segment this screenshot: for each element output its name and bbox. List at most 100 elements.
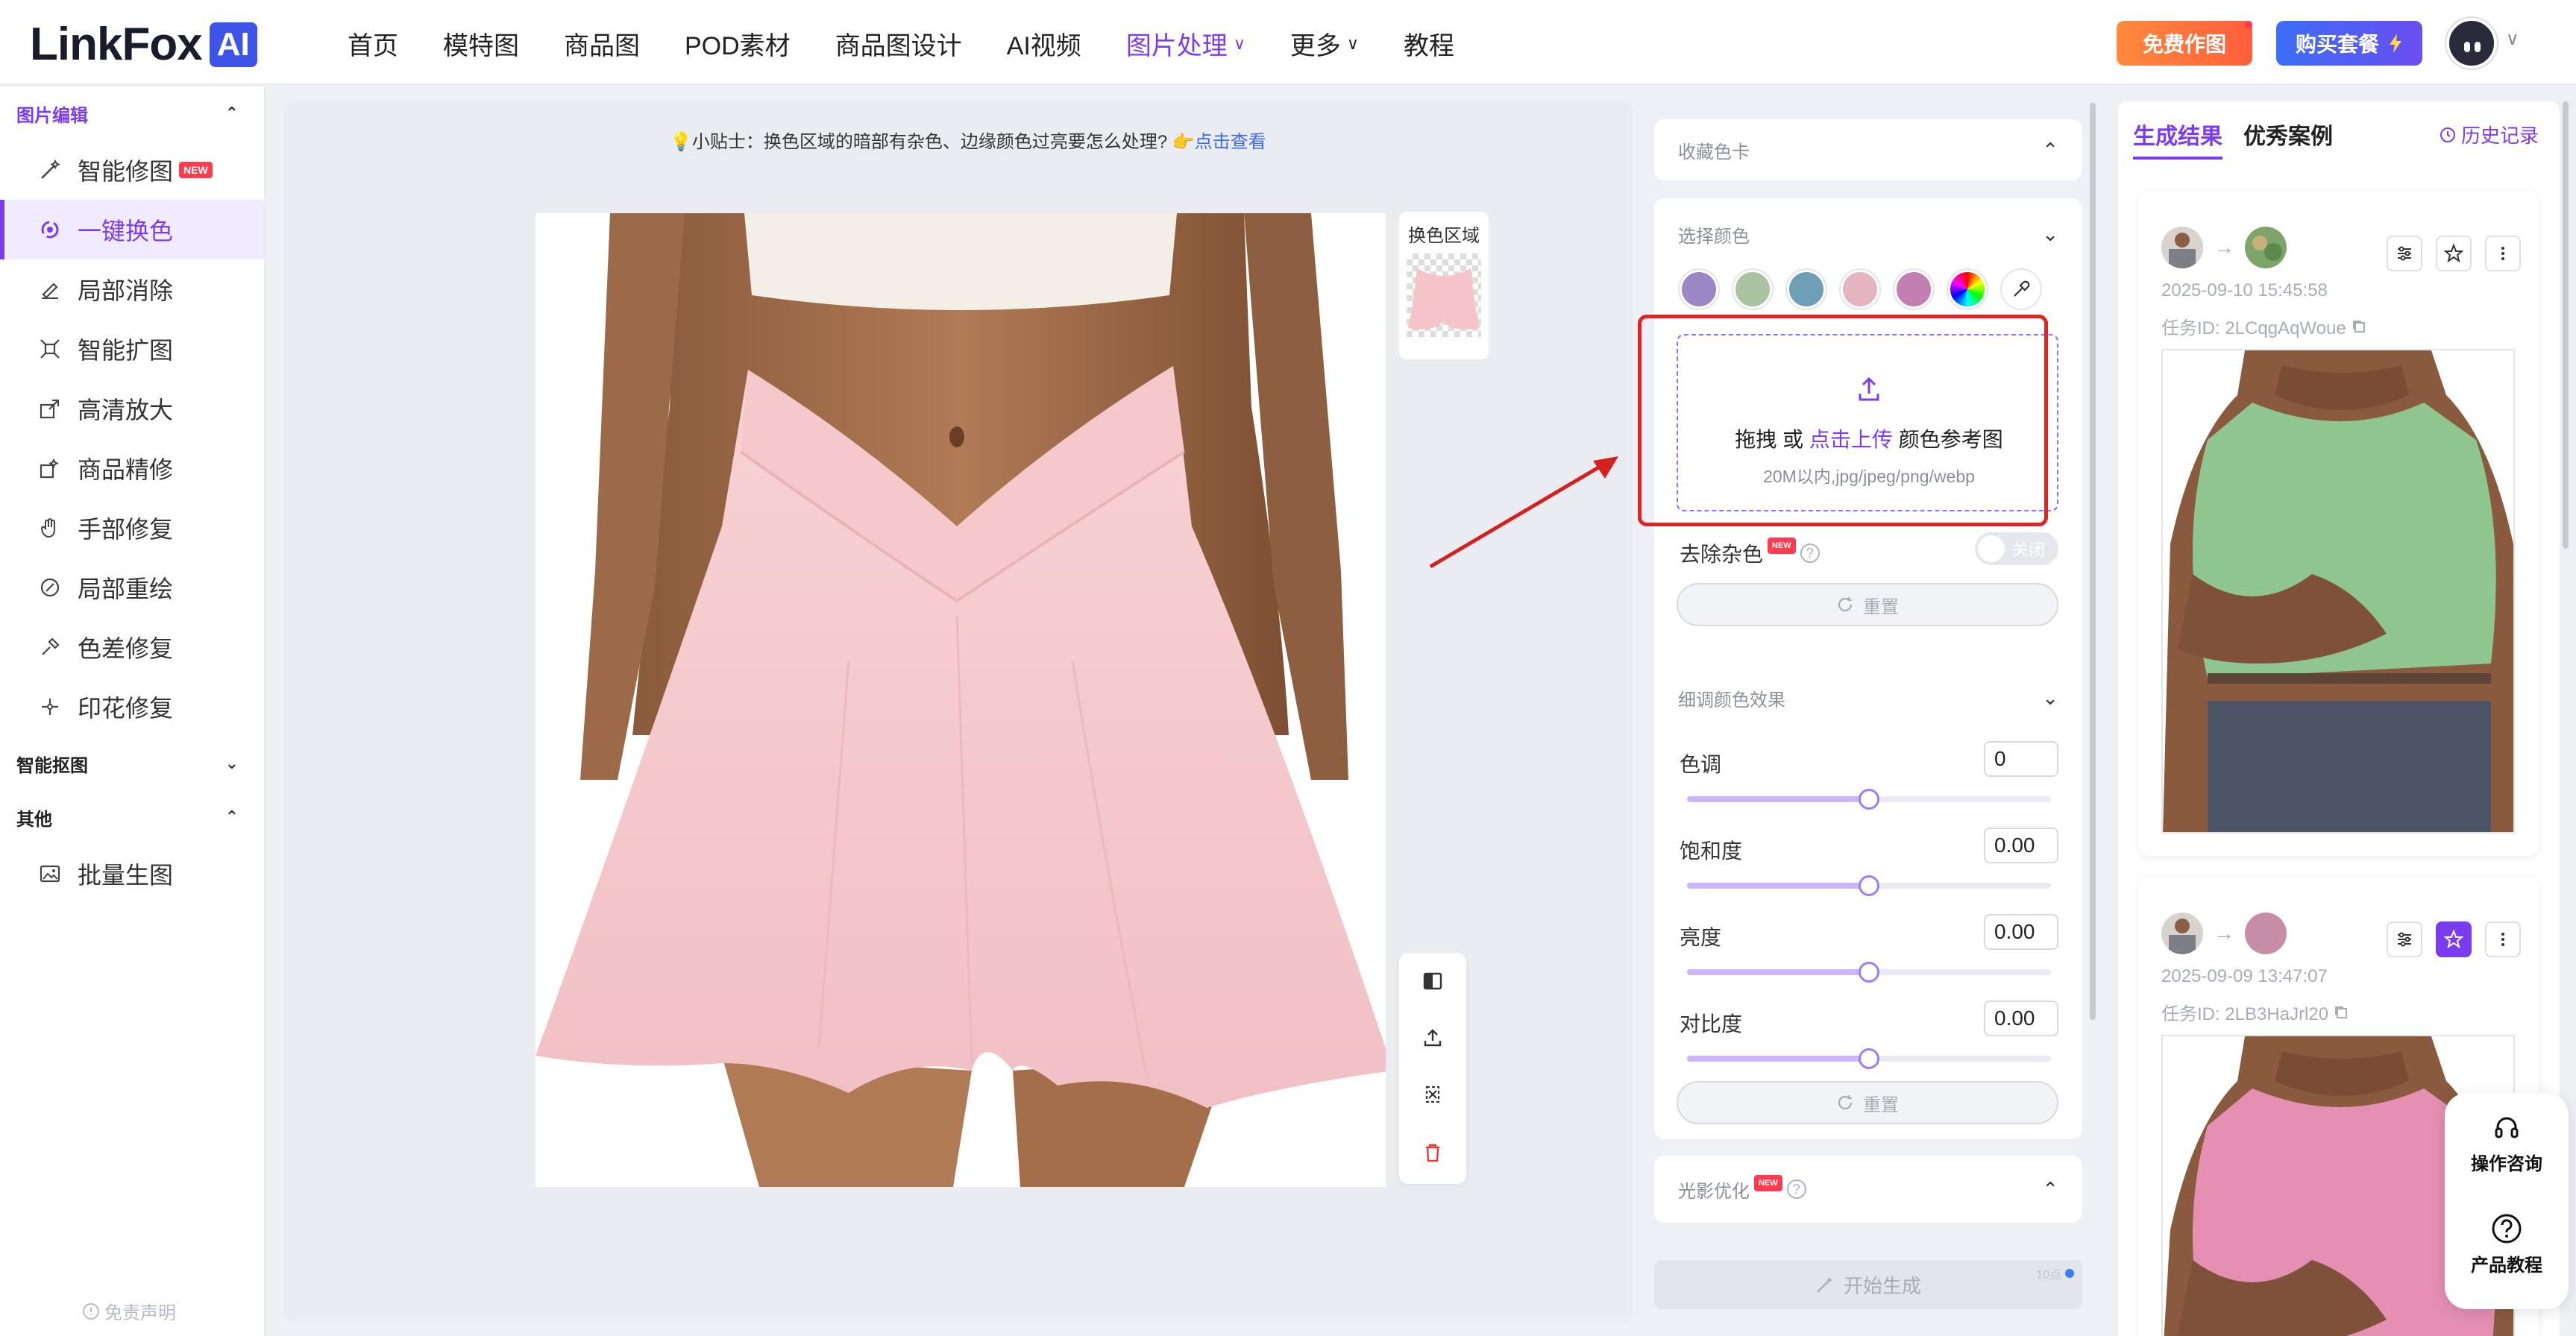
slider-track[interactable]: [1687, 962, 2051, 983]
slider-handle[interactable]: [1859, 875, 1879, 896]
tab-cases[interactable]: 优秀案例: [2243, 118, 2333, 160]
results-tabs: 生成结果 优秀案例: [2133, 118, 2333, 160]
more-icon[interactable]: [2485, 236, 2521, 271]
color-swatch[interactable]: [1787, 270, 1826, 309]
nav-model[interactable]: 模特图: [443, 25, 519, 62]
help-icon[interactable]: ?: [1800, 543, 1820, 563]
disclaimer-link[interactable]: 免责声明: [82, 1298, 176, 1324]
sidebar-group-cutout[interactable]: 智能抠图 ⌄: [0, 737, 264, 790]
slider-handle[interactable]: [1859, 789, 1879, 810]
more-icon[interactable]: [2485, 921, 2521, 957]
sidebar-item-label: 智能修图: [78, 158, 174, 185]
chevron-up-icon: ⌃: [224, 104, 239, 122]
star-icon[interactable]: [2436, 236, 2472, 271]
user-avatar[interactable]: [2446, 18, 2497, 69]
color-swatch[interactable]: [1733, 270, 1772, 309]
star-icon[interactable]: [2436, 921, 2472, 957]
upload-icon: [1859, 376, 1879, 401]
nav-tutorial[interactable]: 教程: [1404, 25, 1454, 62]
logo[interactable]: LinkFox AI: [30, 18, 257, 71]
saved-color-cards[interactable]: 收藏色卡 ⌃: [1654, 119, 2082, 180]
slider-handle[interactable]: [1859, 1048, 1879, 1069]
sidebar-item-print-fix[interactable]: 印花修复: [0, 677, 264, 737]
color-swatch[interactable]: [1841, 270, 1879, 309]
settings-scrollbar[interactable]: [2090, 103, 2096, 1020]
upload-drag-text: 拖拽: [1735, 428, 1777, 451]
history-link[interactable]: 历史记录: [2439, 121, 2539, 148]
slider-track[interactable]: [1687, 789, 2051, 810]
hue-input[interactable]: 0: [1984, 741, 2058, 777]
slider-track[interactable]: [1687, 1048, 2051, 1069]
color-swatch[interactable]: [1894, 270, 1933, 309]
nav-home[interactable]: 首页: [348, 25, 398, 62]
nav-more[interactable]: 更多 ∨: [1290, 25, 1359, 62]
copy-icon[interactable]: [2333, 1004, 2349, 1021]
tab-results[interactable]: 生成结果: [2133, 118, 2222, 160]
nav-product[interactable]: 商品图: [564, 25, 640, 62]
tip-text: 💡小贴士：换色区域的暗部有杂色、边缘颜色过亮要怎么处理?: [670, 132, 1168, 152]
chevron-up-icon[interactable]: ⌃: [2042, 139, 2058, 162]
nav-image-processing[interactable]: 图片处理 ∨: [1126, 25, 1245, 62]
sidebar-item-upscale[interactable]: 高清放大: [0, 379, 264, 438]
reference-upload-dropzone[interactable]: 拖拽 或 点击上传 颜色参考图 20M以内,jpg/jpeg/png/webp: [1677, 334, 2058, 511]
sidebar-item-batch[interactable]: 批量生图: [0, 844, 264, 904]
buy-plan-button[interactable]: 购买套餐: [2276, 21, 2422, 66]
slider-label: 对比度: [1680, 1012, 1743, 1036]
card-header[interactable]: 选择颜色 ⌄: [1654, 198, 2082, 270]
nav-pod[interactable]: POD素材: [685, 25, 791, 62]
slider-handle[interactable]: [1859, 962, 1879, 983]
light-optimization-card[interactable]: 光影优化 NEW ? ⌃: [1654, 1156, 2082, 1223]
reset-button[interactable]: 重置: [1677, 1081, 2058, 1124]
tutorial-button[interactable]: 产品教程: [2445, 1212, 2569, 1276]
sidebar-item-color-swap[interactable]: 一键换色: [0, 200, 264, 259]
delete-icon[interactable]: [1418, 1138, 1448, 1168]
sidebar-item-smart-retouch[interactable]: 智能修图 NEW: [0, 140, 264, 200]
source-thumbnail[interactable]: [2161, 913, 2203, 954]
sidebar-group-edit[interactable]: 图片编辑 ⌃: [0, 86, 264, 140]
target-color-thumbnail[interactable]: [2245, 227, 2287, 268]
sidebar-item-hand-fix[interactable]: 手部修复: [0, 498, 264, 558]
upload-icon[interactable]: [1418, 1023, 1448, 1053]
brightness-input[interactable]: 0.00: [1984, 914, 2058, 950]
start-generate-button[interactable]: 开始生成 10点: [1654, 1260, 2082, 1309]
source-thumbnail[interactable]: [2161, 227, 2203, 268]
sidebar-item-color-fix[interactable]: 色差修复: [0, 617, 264, 677]
free-create-button[interactable]: 免费作图: [2117, 21, 2252, 66]
slider-track[interactable]: [1687, 875, 2051, 896]
remove-noise-toggle[interactable]: 关闭: [1975, 532, 2058, 565]
adjust-icon[interactable]: [2387, 921, 2422, 957]
help-icon[interactable]: ?: [1786, 1179, 1806, 1199]
product-image[interactable]: [535, 213, 1386, 1187]
reset-button[interactable]: 重置: [1677, 583, 2058, 626]
chevron-down-icon: ⌄: [224, 754, 239, 772]
target-color-thumbnail[interactable]: [2245, 913, 2287, 954]
sidebar-item-product-retouch[interactable]: 商品精修: [0, 438, 264, 498]
sidebar-item-repaint[interactable]: 局部重绘: [0, 558, 264, 617]
eyedropper-icon[interactable]: [2002, 270, 2041, 309]
result-image[interactable]: [2161, 349, 2515, 834]
results-scrollbar[interactable]: [2563, 101, 2569, 549]
sidebar-item-expand[interactable]: 智能扩图: [0, 319, 264, 379]
nav-design[interactable]: 商品图设计: [835, 25, 962, 62]
copy-icon[interactable]: [2351, 318, 2367, 335]
upload-click-link[interactable]: 点击上传: [1809, 428, 1893, 451]
nav-video[interactable]: AI视频: [1007, 25, 1081, 62]
nav-image-processing-label: 图片处理: [1125, 32, 1228, 60]
custom-color-wheel[interactable]: [1948, 270, 1987, 309]
crop-cut-icon[interactable]: [1418, 1080, 1448, 1109]
sidebar-item-local-erase[interactable]: 局部消除: [0, 259, 264, 319]
consult-button[interactable]: 操作咨询: [2445, 1114, 2569, 1175]
sidebar-group-other[interactable]: 其他 ⌃: [0, 790, 264, 844]
adjust-icon[interactable]: [2387, 236, 2422, 271]
chevron-down-icon[interactable]: ∨: [2506, 28, 2519, 50]
card-header[interactable]: 细调颜色效果 ⌄: [1654, 662, 2082, 734]
saturation-input[interactable]: 0.00: [1984, 828, 2058, 863]
repaint-icon: [37, 575, 63, 600]
compare-icon[interactable]: [1418, 966, 1448, 996]
card-title: 收藏色卡: [1678, 142, 1750, 163]
color-swatch[interactable]: [1680, 270, 1718, 309]
contrast-input[interactable]: 0.00: [1984, 1001, 2058, 1036]
upscale-icon: [37, 396, 63, 421]
region-thumbnail[interactable]: [1407, 253, 1481, 337]
tip-link[interactable]: 👉点击查看: [1172, 132, 1266, 152]
